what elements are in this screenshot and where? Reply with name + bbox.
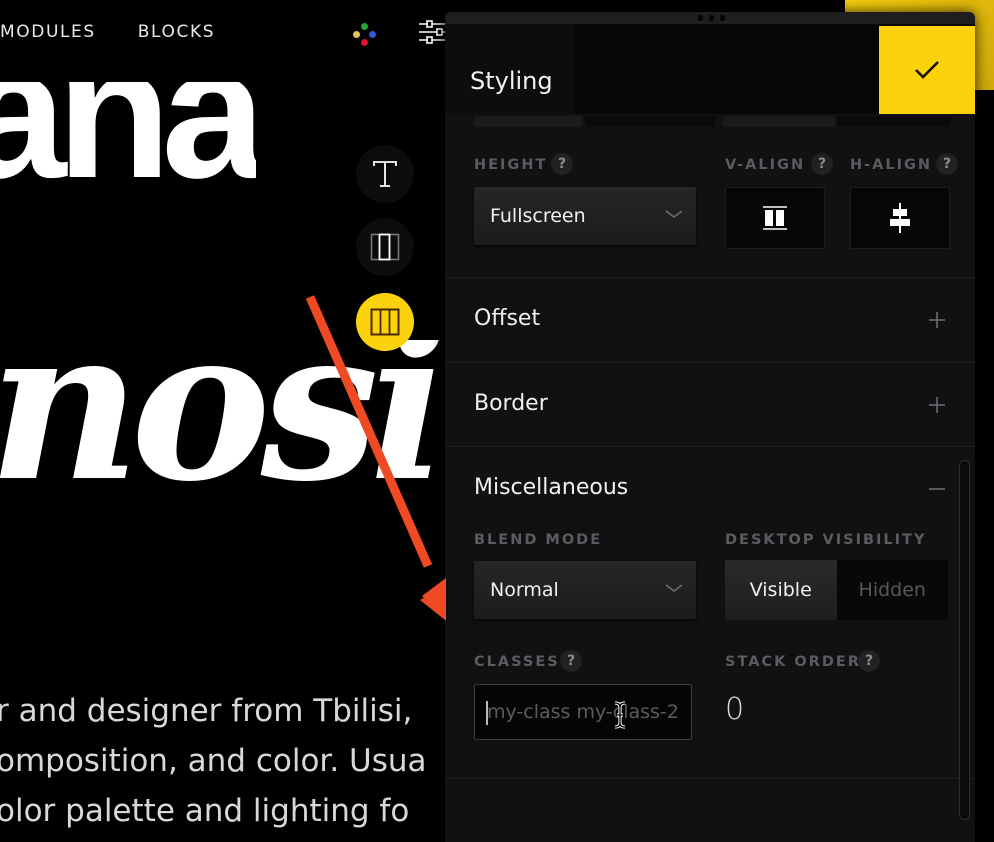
nav-link-blocks[interactable]: BLOCKS: [138, 22, 215, 42]
height-select[interactable]: Fullscreen: [474, 187, 696, 245]
halign-help-icon[interactable]: ?: [936, 153, 958, 175]
column-tool-button[interactable]: [356, 218, 414, 276]
column-icon: [370, 233, 400, 261]
valign-button[interactable]: [725, 187, 825, 249]
blend-mode-label: BLEND MODE: [474, 532, 603, 548]
border-title: Border: [474, 391, 548, 416]
halign-center-icon: [890, 203, 910, 233]
desktop-visibility-label: DESKTOP VISIBILITY: [725, 532, 927, 548]
classes-input[interactable]: my-class my-class-2: [474, 684, 692, 740]
valign-stretch-icon: [763, 206, 787, 230]
visibility-hidden-option[interactable]: Hidden: [836, 560, 948, 620]
stack-order-label: STACK ORDER: [725, 654, 861, 670]
blend-mode-value: Normal: [490, 579, 559, 601]
desktop-visibility-toggle: Visible Hidden: [725, 560, 948, 620]
text-t-icon: [373, 161, 397, 187]
stack-order-value[interactable]: 0: [725, 692, 744, 727]
three-columns-icon: [370, 308, 400, 336]
panel-title: Styling: [470, 67, 553, 95]
panel-scrollbar[interactable]: [959, 460, 970, 820]
height-label: HEIGHT: [474, 157, 548, 173]
halign-label: H-ALIGN: [850, 157, 933, 173]
minus-icon[interactable]: [929, 481, 945, 497]
check-icon: [915, 61, 939, 79]
confirm-button[interactable]: [879, 26, 975, 114]
miscellaneous-section-header[interactable]: Miscellaneous: [445, 447, 975, 530]
height-help-icon[interactable]: ?: [551, 153, 573, 175]
panel-drag-handle[interactable]: [445, 12, 975, 24]
text-tool-button[interactable]: [356, 145, 414, 203]
classes-help-icon[interactable]: ?: [560, 650, 582, 672]
top-nav: MODULES BLOCKS: [0, 22, 215, 42]
chevron-down-icon: [665, 584, 683, 592]
styling-panel: Styling HEIGHT ? V-ALIGN ? H-ALIGN ? Ful…: [445, 12, 975, 842]
intro-paragraph: r and designer from Tbilisi, omposition,…: [0, 693, 427, 829]
offset-section-header[interactable]: Offset: [445, 278, 975, 361]
row-layout-tool-button[interactable]: [356, 293, 414, 351]
blend-mode-select[interactable]: Normal: [474, 561, 696, 619]
halign-button[interactable]: [850, 187, 950, 249]
stack-order-help-icon[interactable]: ?: [858, 650, 880, 672]
offset-title: Offset: [474, 306, 541, 331]
chevron-down-icon: [665, 210, 683, 218]
sliders-icon[interactable]: [418, 18, 446, 46]
classes-label: CLASSES: [474, 654, 560, 670]
border-section-header[interactable]: Border: [445, 363, 975, 446]
ibeam-cursor-icon: [614, 701, 626, 729]
height-select-value: Fullscreen: [490, 205, 586, 227]
valign-label: V-ALIGN: [725, 157, 806, 173]
plus-icon[interactable]: [929, 312, 945, 328]
valign-help-icon[interactable]: ?: [811, 153, 833, 175]
dots-logo-icon[interactable]: [352, 22, 378, 48]
nav-link-modules[interactable]: MODULES: [0, 22, 96, 42]
visibility-visible-option[interactable]: Visible: [725, 560, 837, 620]
plus-icon[interactable]: [929, 397, 945, 413]
headline-top: ana: [0, 7, 256, 217]
text-caret: [486, 701, 488, 725]
classes-input-placeholder: my-class my-class-2: [487, 701, 679, 723]
miscellaneous-title: Miscellaneous: [474, 475, 629, 500]
